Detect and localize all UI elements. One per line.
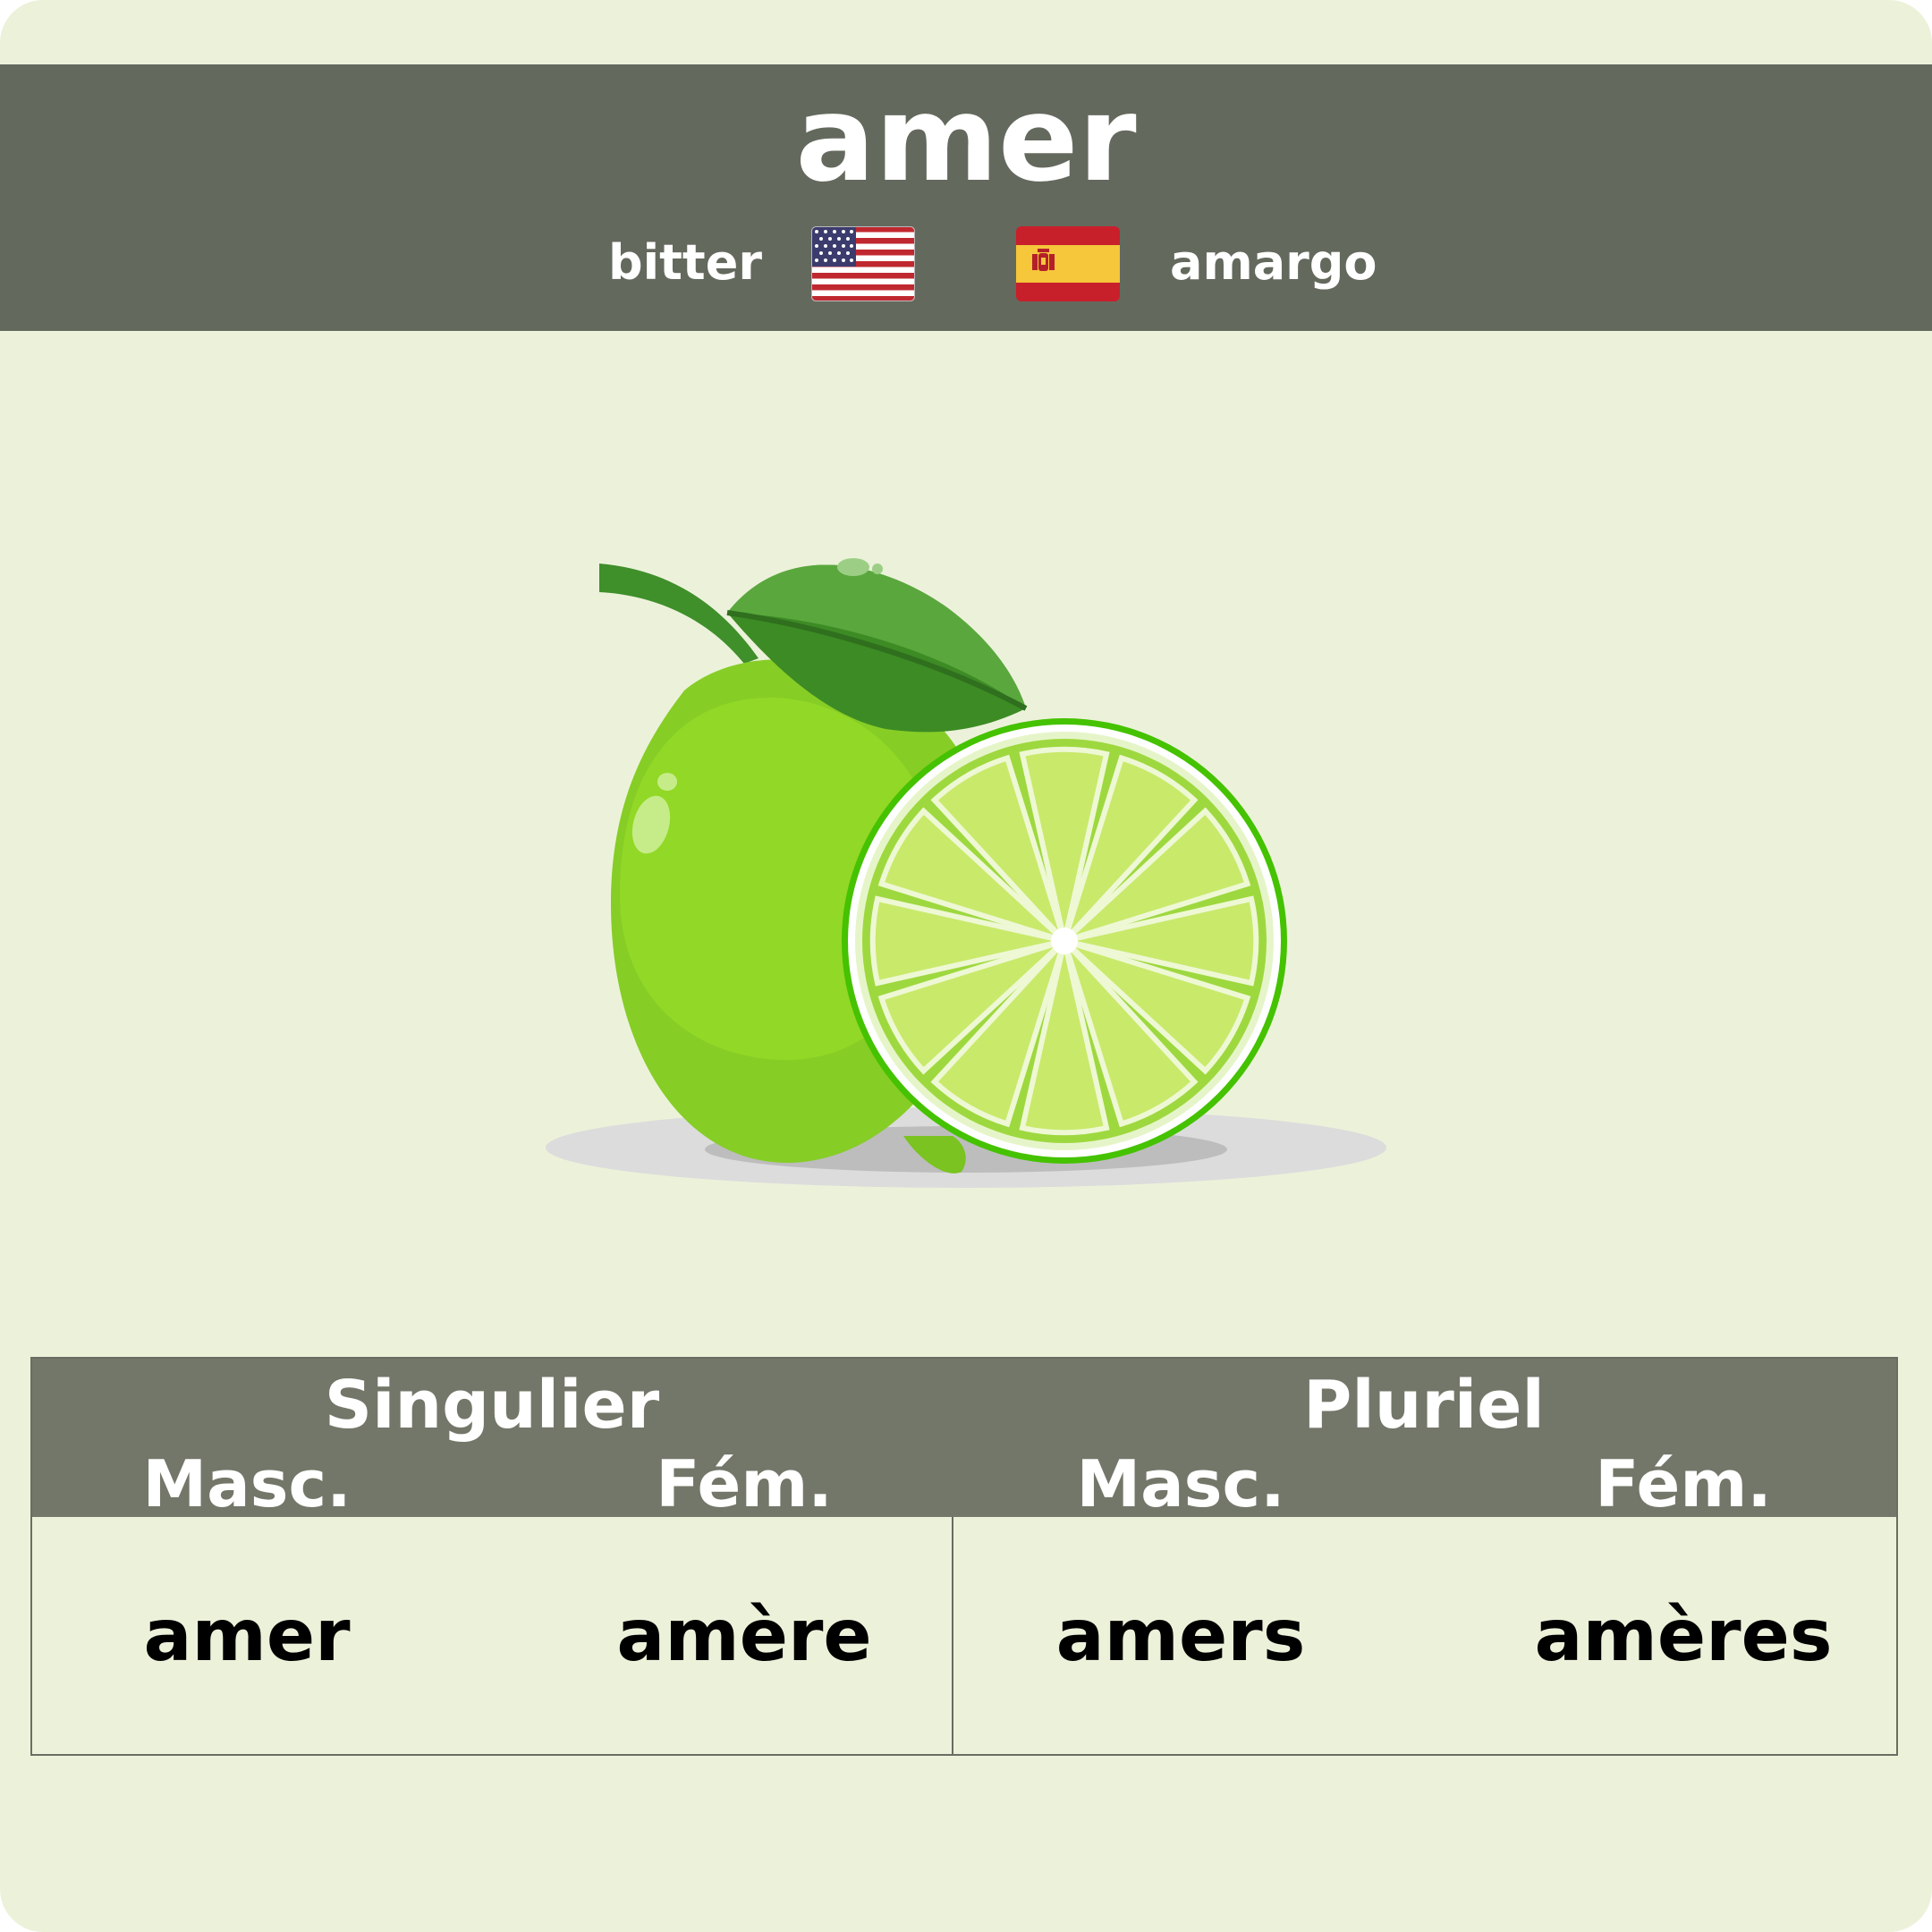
singular-masc-form: amer [143, 1594, 351, 1677]
inflection-table: Singulier Pluriel Masc. Fém. Masc. Fém. … [30, 1357, 1898, 1756]
singular-fem-header: Fém. [656, 1446, 833, 1521]
singular-header: Singulier [324, 1367, 660, 1444]
singular-fem-form: amère [616, 1594, 872, 1677]
lime-icon [546, 558, 1386, 1188]
table-header: Singulier Pluriel Masc. Fém. Masc. Fém. [32, 1359, 1896, 1521]
spanish-translation: amargo [1170, 234, 1377, 291]
flashcard: amer bitter amargo Singulier Pluriel Mas… [0, 0, 1932, 1932]
english-translation: bitter [607, 234, 762, 291]
plural-header: Pluriel [1303, 1367, 1545, 1444]
singular-masc-header: Masc. [142, 1446, 352, 1521]
column-divider [952, 1517, 953, 1754]
plural-masc-form: amers [1055, 1594, 1306, 1677]
plural-fem-form: amères [1534, 1594, 1833, 1677]
spain-flag-icon [1016, 226, 1120, 301]
plural-masc-header: Masc. [1076, 1446, 1285, 1521]
us-flag-icon [811, 226, 915, 301]
plural-fem-header: Fém. [1595, 1446, 1772, 1521]
word-title: amer [795, 71, 1137, 208]
